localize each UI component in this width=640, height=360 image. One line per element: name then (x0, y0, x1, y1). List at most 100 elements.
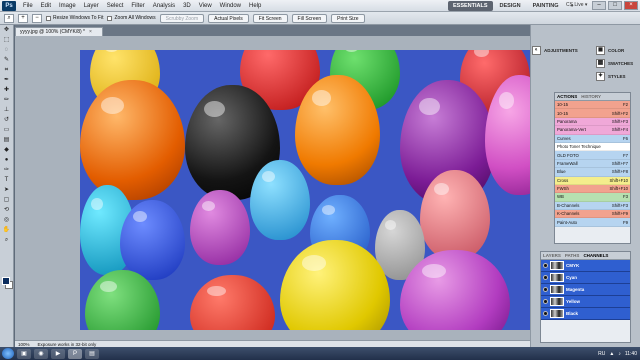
fit-screen-button[interactable]: Fit Screen (252, 13, 288, 23)
action-item[interactable]: B-Channels Shift+F3 (555, 201, 630, 211)
tab-history[interactable]: HISTORY (581, 94, 601, 99)
quick-select-tool-icon[interactable]: ✎ (1, 56, 13, 65)
action-item[interactable]: FWSh Shift+F10 (555, 184, 630, 194)
channel-row[interactable]: Magenta (541, 284, 630, 296)
swatches-panel-button[interactable]: ▦ SWATCHES (596, 57, 633, 69)
visibility-eye-icon[interactable] (543, 287, 548, 292)
action-item[interactable]: Photo Toner Technique (555, 142, 630, 152)
action-item[interactable]: Cross Shift+F10 (555, 176, 630, 185)
action-item[interactable]: 10-15 F2 (555, 101, 630, 110)
channel-row[interactable]: Black (541, 308, 630, 320)
cs-live-button[interactable]: CS Live ▾ (566, 2, 587, 8)
eyedropper-tool-icon[interactable]: ✒ (1, 76, 13, 85)
folder-icon[interactable]: ▤ (85, 348, 99, 359)
3d-orbit-tool-icon[interactable]: ◎ (1, 216, 13, 225)
action-item[interactable]: Panorama-Vert Shift+F4 (555, 126, 630, 135)
close-tab-icon[interactable]: × (89, 29, 92, 35)
tab-actions[interactable]: ACTIONS (557, 94, 577, 99)
menu-view[interactable]: View (195, 3, 216, 9)
volume-icon[interactable]: ♪ (618, 351, 621, 357)
visibility-eye-icon[interactable] (543, 263, 548, 268)
zoom-tool-icon[interactable]: ⌕ (1, 236, 13, 245)
action-item[interactable]: WB F3 (555, 193, 630, 202)
workspace-design[interactable]: DESIGN (495, 1, 526, 11)
action-item[interactable]: Curves F6 (555, 134, 630, 143)
action-item[interactable]: OLD FOTO F7 (555, 151, 630, 160)
zoom-readout[interactable]: 100% (18, 342, 30, 347)
tab-layers[interactable]: LAYERS (543, 253, 561, 258)
blur-tool-icon[interactable]: ◆ (1, 146, 13, 155)
gradient-tool-icon[interactable]: ▤ (1, 136, 13, 145)
image-canvas[interactable] (80, 50, 530, 330)
menu-file[interactable]: File (19, 3, 37, 9)
document-tab[interactable]: yyyy.jpg @ 100% (CMYK/8) * × (15, 27, 103, 36)
workspace-essentials[interactable]: ESSENTIALS (448, 1, 493, 11)
menu-filter[interactable]: Filter (127, 3, 148, 9)
dodge-tool-icon[interactable]: ● (1, 156, 13, 165)
eraser-tool-icon[interactable]: ▭ (1, 126, 13, 135)
channel-row[interactable]: CMYK (541, 260, 630, 272)
action-item[interactable]: FrameWall Shift+F7 (555, 159, 630, 169)
adjustments-panel-button[interactable]: ◐ ADJUSTMENTS (532, 44, 578, 56)
action-item[interactable]: K-Channels Shift+F9 (555, 210, 630, 219)
healing-tool-icon[interactable]: ✚ (1, 86, 13, 95)
brush-tool-icon[interactable]: ✏ (1, 96, 13, 105)
move-tool-icon[interactable]: ✥ (1, 26, 13, 35)
zoom-in-icon[interactable]: + (18, 13, 28, 23)
foreground-color-swatch[interactable] (2, 277, 10, 285)
visibility-eye-icon[interactable] (543, 275, 548, 280)
action-item[interactable]: Paint-Auto F9 (555, 218, 630, 227)
print-size-button[interactable]: Print Size (331, 13, 365, 23)
styles-panel-button[interactable]: ✦ STYLES (596, 70, 626, 82)
channel-row[interactable]: Cyan (541, 272, 630, 284)
color-panel-button[interactable]: ◼ COLOR (596, 44, 624, 56)
scrubby-zoom-button[interactable]: Scrubby Zoom (159, 13, 205, 23)
media-player-icon[interactable]: ▶ (51, 348, 65, 359)
marquee-tool-icon[interactable]: ⬚ (1, 36, 13, 45)
menu-image[interactable]: Image (55, 3, 80, 9)
minimize-icon[interactable]: – (592, 1, 606, 10)
clone-stamp-tool-icon[interactable]: ⊥ (1, 106, 13, 115)
browser-icon[interactable]: ◉ (34, 348, 48, 359)
visibility-eye-icon[interactable] (543, 299, 548, 304)
visibility-eye-icon[interactable] (543, 311, 548, 316)
3d-rotate-tool-icon[interactable]: ⟲ (1, 206, 13, 215)
explorer-icon[interactable]: ▣ (17, 348, 31, 359)
resize-windows-checkbox[interactable]: Resize Windows To Fit (46, 15, 103, 21)
crop-tool-icon[interactable]: ⌗ (1, 66, 13, 75)
hand-tool-icon[interactable]: ✋ (1, 226, 13, 235)
path-selection-tool-icon[interactable]: ➤ (1, 186, 13, 195)
type-tool-icon[interactable]: T (1, 176, 13, 185)
checkbox-box[interactable] (46, 15, 51, 21)
channel-row[interactable]: Yellow (541, 296, 630, 308)
checkbox-box[interactable] (107, 15, 113, 21)
tab-paths[interactable]: PATHS (565, 253, 580, 258)
maximize-icon[interactable]: □ (608, 1, 622, 10)
close-icon[interactable]: × (624, 1, 638, 10)
menu-layer[interactable]: Layer (80, 3, 103, 9)
pen-tool-icon[interactable]: ✑ (1, 166, 13, 175)
menu-select[interactable]: Select (103, 3, 128, 9)
workspace-painting[interactable]: PAINTING (528, 1, 564, 11)
shape-tool-icon[interactable]: ▢ (1, 196, 13, 205)
menu-edit[interactable]: Edit (37, 3, 55, 9)
menu-window[interactable]: Window (216, 3, 245, 9)
language-indicator[interactable]: RU (598, 351, 605, 357)
fill-screen-button[interactable]: Fill Screen (291, 13, 328, 23)
network-icon[interactable]: ▲ (609, 351, 614, 357)
zoom-out-icon[interactable]: − (32, 13, 42, 23)
menu-help[interactable]: Help (245, 3, 265, 9)
action-item[interactable]: Blue Shift+F8 (555, 168, 630, 177)
history-brush-tool-icon[interactable]: ↺ (1, 116, 13, 125)
photoshop-task-icon[interactable]: P (68, 348, 82, 359)
clock[interactable]: 11:40 (625, 351, 637, 357)
actual-pixels-button[interactable]: Actual Pixels (208, 13, 249, 23)
tab-channels[interactable]: CHANNELS (583, 253, 608, 258)
lasso-tool-icon[interactable]: ◌ (1, 46, 13, 55)
zoom-all-checkbox[interactable]: Zoom All Windows (107, 15, 156, 21)
menu-3d[interactable]: 3D (179, 3, 195, 9)
action-item[interactable]: Panorama Shift+F3 (555, 117, 630, 127)
action-item[interactable]: 10-15 Shift+F2 (555, 109, 630, 118)
start-button-icon[interactable] (2, 348, 14, 359)
menu-analysis[interactable]: Analysis (149, 3, 179, 9)
